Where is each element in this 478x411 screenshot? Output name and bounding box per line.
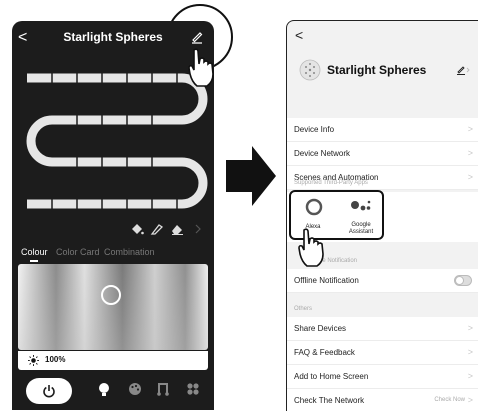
paint-bucket-icon[interactable] <box>130 223 144 235</box>
offline-notification-toggle[interactable] <box>454 275 472 286</box>
tool-row <box>12 221 214 237</box>
row-label: Device Info <box>294 125 335 134</box>
arrow-right-icon <box>226 146 276 206</box>
check-network-row[interactable]: Check The Network Check Now > <box>287 389 478 411</box>
device-avatar <box>299 59 321 81</box>
back-button[interactable]: < <box>295 28 303 42</box>
grid-icon[interactable] <box>186 382 200 396</box>
power-icon <box>43 385 55 398</box>
led-strip-preview <box>26 72 208 210</box>
toggle-knob <box>455 276 464 285</box>
device-title: Starlight Spheres <box>63 30 163 44</box>
music-icon[interactable] <box>157 382 169 396</box>
tab-combination[interactable]: Combination <box>104 247 155 257</box>
chevron-right-icon: > <box>467 371 473 381</box>
row-label: Add to Home Screen <box>294 372 369 381</box>
header: < Starlight Spheres <box>12 21 214 55</box>
device-settings-screen: < Starlight Spheres Device Info > Device… <box>286 20 478 411</box>
edit-icon[interactable] <box>456 65 470 75</box>
device-network-row[interactable]: Device Network > <box>287 142 478 166</box>
scenes-automation-row[interactable]: Scenes and Automation > <box>287 166 478 190</box>
chevron-right-icon: > <box>467 395 473 405</box>
google-assistant-label: Google Assistant <box>348 222 374 235</box>
sun-icon <box>28 355 39 366</box>
row-label: Device Network <box>294 149 351 158</box>
chevron-right-icon: > <box>467 172 473 182</box>
chevron-right-icon[interactable] <box>192 223 204 235</box>
tab-colour[interactable]: Colour <box>21 247 48 257</box>
faq-feedback-row[interactable]: FAQ & Feedback > <box>287 341 478 365</box>
section-others: Others <box>294 306 313 312</box>
row-label: Offline Notification <box>294 276 359 285</box>
alexa-icon[interactable] <box>305 198 323 216</box>
share-devices-row[interactable]: Share Devices > <box>287 317 478 341</box>
back-button[interactable]: < <box>18 30 32 46</box>
offline-notification-row: Offline Notification <box>287 269 478 293</box>
row-label: Share Devices <box>294 324 347 333</box>
color-picker-panel[interactable] <box>18 264 208 350</box>
device-info-row[interactable]: Device Info > <box>287 118 478 142</box>
color-picker-handle[interactable] <box>101 285 121 305</box>
chevron-right-icon: > <box>467 347 473 357</box>
check-now-link[interactable]: Check Now <box>434 397 465 403</box>
chevron-right-icon: > <box>467 323 473 333</box>
bottom-nav <box>12 378 214 410</box>
device-title: Starlight Spheres <box>327 63 427 77</box>
brightness-slider[interactable]: 100% <box>18 351 208 370</box>
section-third-party: Supported Third-Party Apps <box>294 180 368 186</box>
chevron-right-icon: > <box>467 148 473 158</box>
brightness-value: 100% <box>45 355 66 364</box>
palette-icon[interactable] <box>128 382 142 396</box>
google-assistant-icon[interactable] <box>350 199 374 213</box>
bulb-icon[interactable] <box>98 382 110 398</box>
chevron-right-icon: > <box>467 124 473 134</box>
row-label: Check The Network <box>294 396 365 405</box>
active-tab-indicator <box>30 260 38 262</box>
brush-icon[interactable] <box>150 223 164 235</box>
eraser-icon[interactable] <box>170 223 184 235</box>
power-button[interactable] <box>26 378 72 404</box>
hand-pointer-icon <box>188 48 214 87</box>
light-control-screen: < Starlight Spheres Colour Color Card Co… <box>12 21 214 410</box>
tab-color-card[interactable]: Color Card <box>56 247 100 257</box>
add-home-screen-row[interactable]: Add to Home Screen > <box>287 365 478 389</box>
hand-pointer-icon <box>298 228 324 267</box>
edit-icon[interactable] <box>190 30 204 44</box>
row-label: FAQ & Feedback <box>294 348 355 357</box>
